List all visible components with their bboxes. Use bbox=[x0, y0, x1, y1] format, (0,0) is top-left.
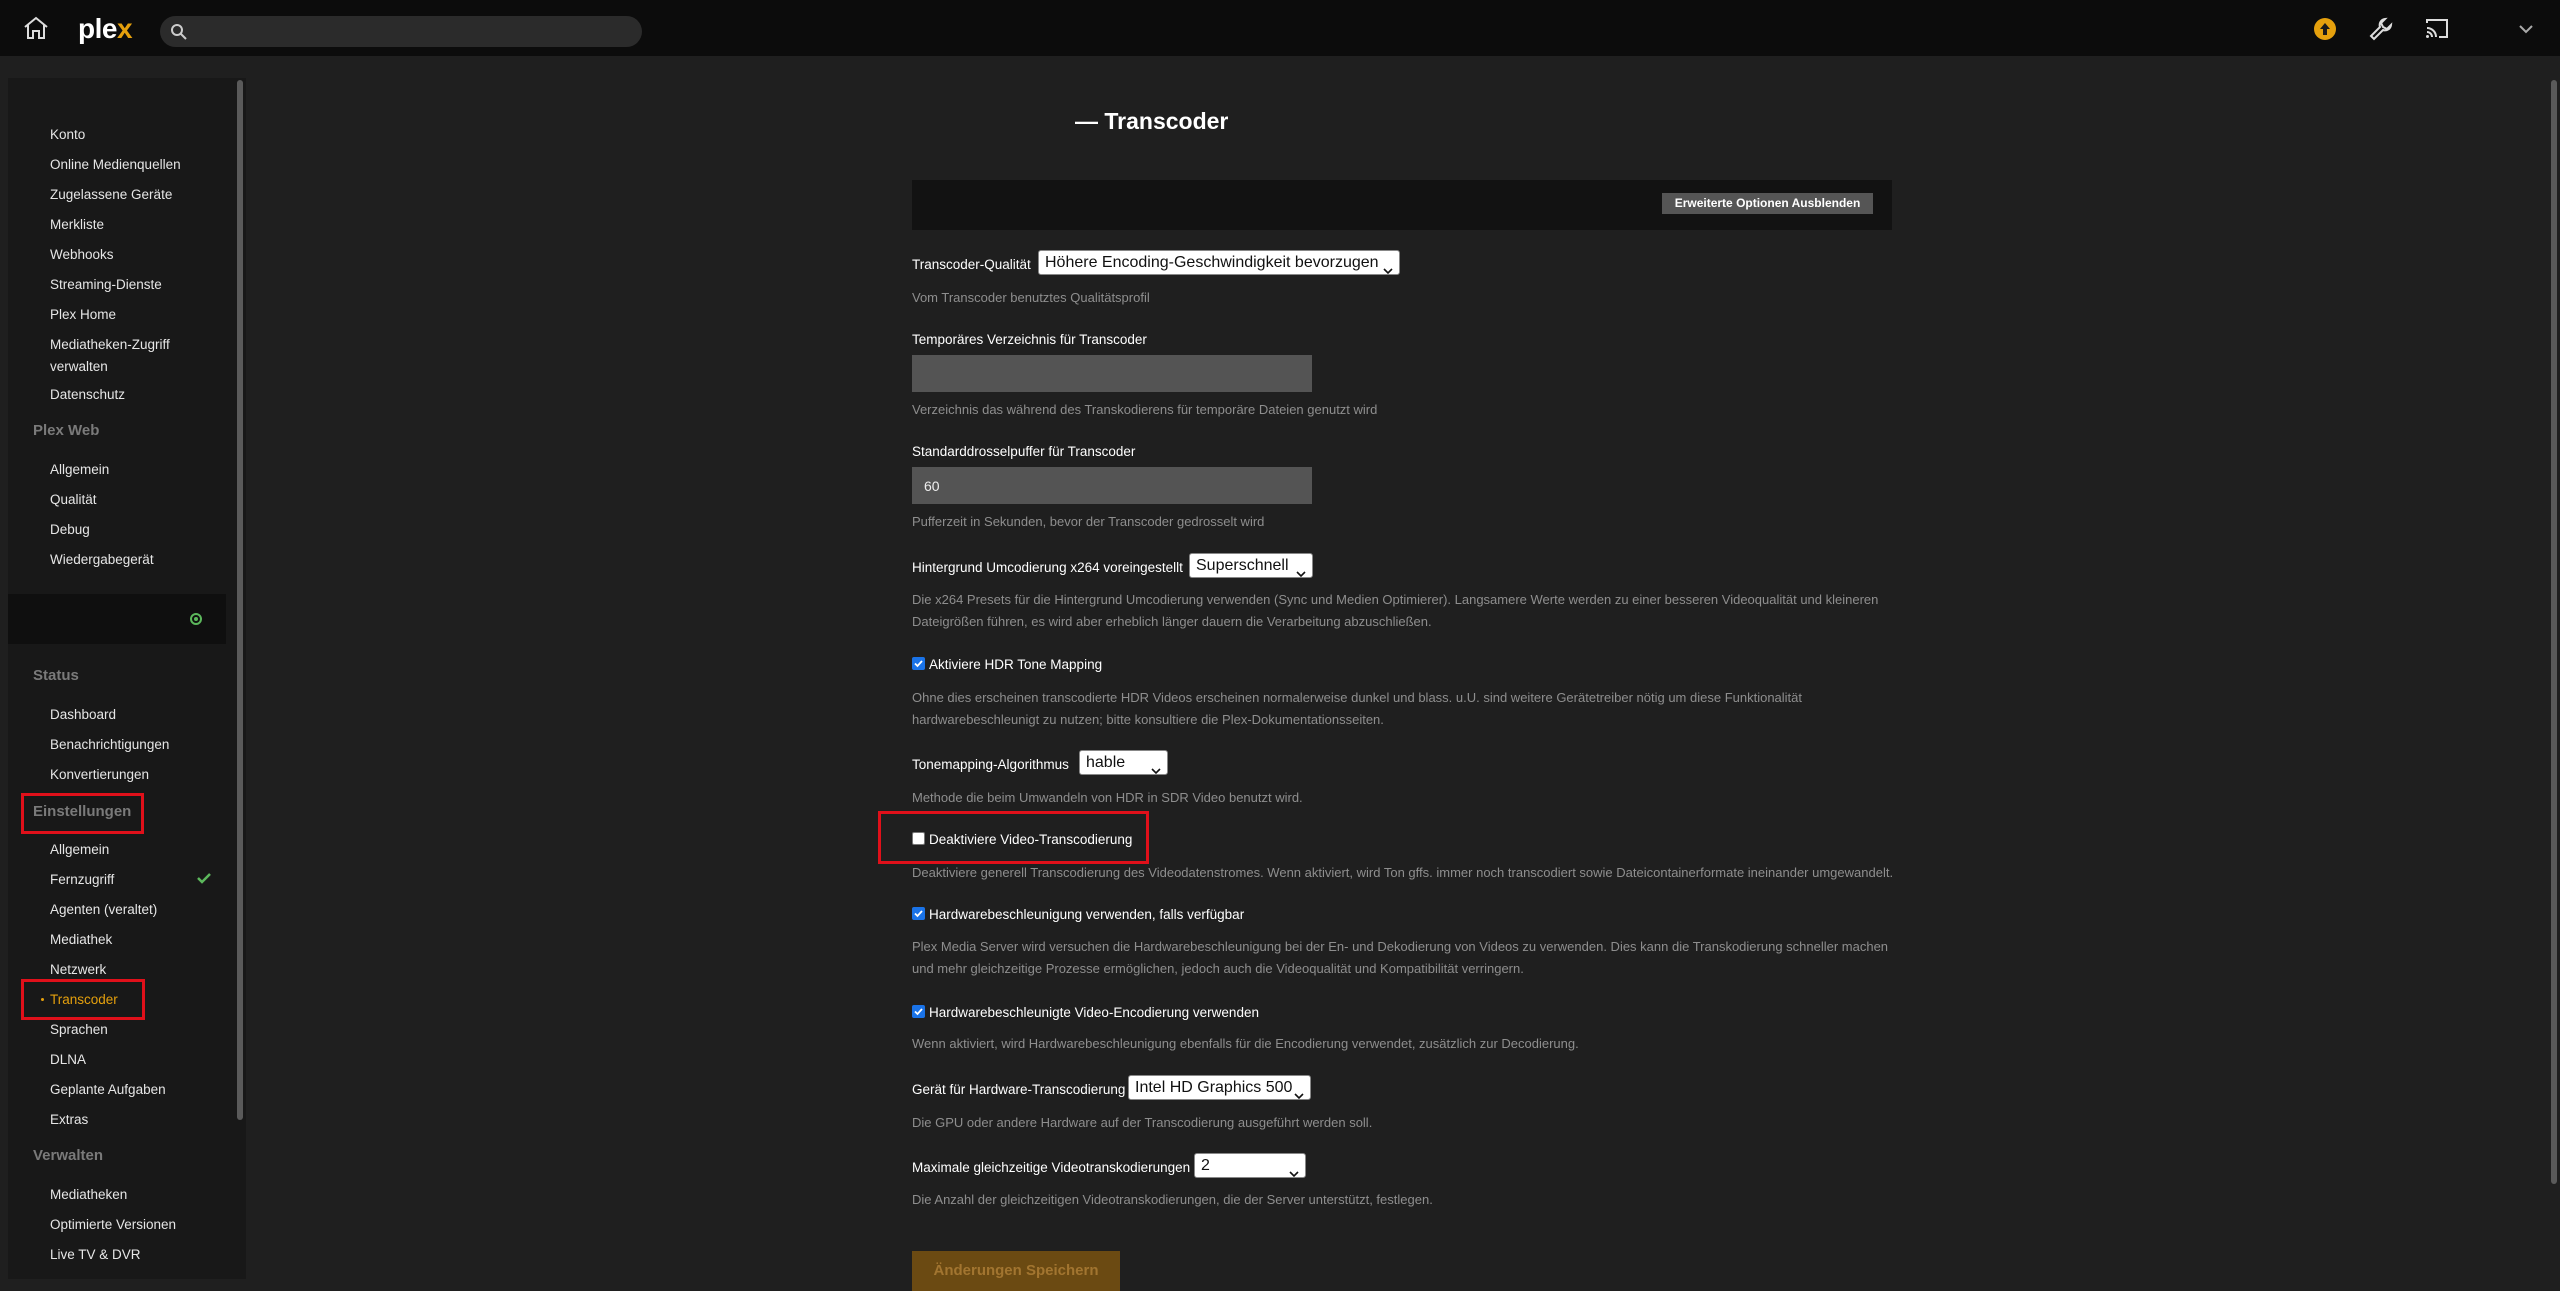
sidebar-item-online-medienquellen[interactable]: Online Medienquellen bbox=[50, 154, 181, 176]
sidebar-item-zugelassene-geraete[interactable]: Zugelassene Geräte bbox=[50, 184, 172, 206]
sidebar-item-dashboard[interactable]: Dashboard bbox=[50, 704, 116, 726]
hide-advanced-button[interactable]: Erweiterte Optionen Ausblenden bbox=[1662, 193, 1873, 214]
sidebar-item-optimierte-versionen[interactable]: Optimierte Versionen bbox=[50, 1214, 176, 1236]
highlight-box-transcoder bbox=[21, 979, 145, 1020]
sidebar-item-dlna[interactable]: DLNA bbox=[50, 1049, 86, 1071]
tempdir-help: Verzeichnis das während des Transkodiere… bbox=[912, 402, 1378, 417]
sidebar-item-web-debug[interactable]: Debug bbox=[50, 519, 90, 541]
x264-select[interactable]: Superschnell bbox=[1189, 553, 1313, 578]
disable-video-help: Deaktiviere generell Transcodierung des … bbox=[912, 865, 1894, 880]
hwenc-help: Wenn aktiviert, wird Hardwarebeschleunig… bbox=[912, 1036, 1579, 1051]
maxtrans-select[interactable]: 2 bbox=[1194, 1153, 1306, 1178]
tempdir-label: Temporäres Verzeichnis für Transcoder bbox=[912, 332, 1147, 347]
top-bar: plex bbox=[0, 0, 2560, 56]
sidebar-item-datenschutz[interactable]: Datenschutz bbox=[50, 384, 125, 406]
sidebar-item-mediatheken[interactable]: Mediatheken bbox=[50, 1184, 127, 1206]
hwenc-checkbox[interactable] bbox=[912, 1005, 925, 1018]
page-title: — Transcoder bbox=[1075, 108, 1229, 134]
sidebar-item-allgemein[interactable]: Allgemein bbox=[50, 839, 109, 861]
sidebar-item-mediatheken-zugriff[interactable]: Mediatheken-Zugriff verwalten bbox=[50, 334, 200, 378]
hdr-checkbox[interactable] bbox=[912, 657, 925, 670]
chevron-down-icon bbox=[1296, 562, 1306, 578]
device-help: Die GPU oder andere Hardware auf der Tra… bbox=[912, 1115, 1373, 1130]
wrench-icon[interactable] bbox=[2368, 16, 2394, 42]
maxtrans-label: Maximale gleichzeitige Videotranskodieru… bbox=[912, 1160, 1191, 1175]
hwaccel-help-line1: Plex Media Server wird versuchen die Har… bbox=[912, 939, 1889, 954]
search-icon bbox=[170, 23, 188, 41]
x264-help-line1: Die x264 Presets für die Hintergrund Umc… bbox=[912, 592, 1879, 607]
sidebar-item-konto[interactable]: Konto bbox=[50, 124, 85, 146]
sidebar-item-netzwerk[interactable]: Netzwerk bbox=[50, 959, 106, 981]
hwenc-label[interactable]: Hardwarebeschleunigte Video-Encodierung … bbox=[929, 1005, 1259, 1020]
section-plex-web: Plex Web bbox=[33, 422, 100, 439]
x264-label: Hintergrund Umcodierung x264 voreingeste… bbox=[912, 560, 1183, 575]
sidebar-item-benachrichtigungen[interactable]: Benachrichtigungen bbox=[50, 734, 169, 756]
throttle-help: Pufferzeit in Sekunden, bevor der Transc… bbox=[912, 514, 1265, 529]
throttle-input[interactable] bbox=[912, 467, 1312, 504]
highlight-box-einstellungen bbox=[21, 793, 144, 834]
sidebar-item-web-allgemein[interactable]: Allgemein bbox=[50, 459, 109, 481]
chevron-down-icon bbox=[1294, 1084, 1304, 1100]
remote-access-ok-icon bbox=[196, 871, 212, 885]
hdr-help-line2: hardwarebeschleunigt zu nutzen; bitte ko… bbox=[912, 712, 1384, 727]
chevron-down-icon bbox=[1151, 759, 1161, 775]
highlight-box-disable-video bbox=[878, 811, 1149, 864]
sidebar-item-web-qualitaet[interactable]: Qualität bbox=[50, 489, 97, 511]
section-verwalten: Verwalten bbox=[33, 1147, 104, 1164]
sidebar-item-konvertierungen[interactable]: Konvertierungen bbox=[50, 764, 149, 786]
x264-help-line2: Dateigrößen führen, es wird aber erhebli… bbox=[912, 614, 1432, 629]
home-icon[interactable] bbox=[22, 16, 50, 40]
tonemap-help: Methode die beim Umwandeln von HDR in SD… bbox=[912, 790, 1303, 805]
sidebar-item-live-tv-dvr[interactable]: Live TV & DVR bbox=[50, 1244, 141, 1266]
sidebar-item-extras[interactable]: Extras bbox=[50, 1109, 88, 1131]
upgrade-icon[interactable] bbox=[2312, 16, 2338, 42]
device-select[interactable]: Intel HD Graphics 500 bbox=[1128, 1075, 1311, 1100]
sidebar-item-plex-home[interactable]: Plex Home bbox=[50, 304, 116, 326]
sidebar-item-sprachen[interactable]: Sprachen bbox=[50, 1019, 108, 1041]
sidebar-item-fernzugriff[interactable]: Fernzugriff bbox=[50, 869, 114, 891]
sidebar-scrollbar[interactable] bbox=[237, 80, 243, 1120]
plex-logo[interactable]: plex bbox=[78, 13, 133, 45]
hdr-help-line1: Ohne dies erscheinen transcodierte HDR V… bbox=[912, 690, 1803, 705]
tonemap-label: Tonemapping-Algorithmus bbox=[912, 757, 1069, 772]
section-status: Status bbox=[33, 667, 79, 684]
chevron-down-icon bbox=[1383, 259, 1393, 275]
quality-select[interactable]: Höhere Encoding-Geschwindigkeit bevorzug… bbox=[1038, 250, 1400, 275]
chevron-down-icon bbox=[1289, 1162, 1299, 1178]
maxtrans-help: Die Anzahl der gleichzeitigen Videotrans… bbox=[912, 1192, 1433, 1207]
chevron-down-icon[interactable] bbox=[2518, 22, 2534, 34]
sidebar-item-webhooks[interactable]: Webhooks bbox=[50, 244, 114, 266]
sidebar-item-agenten[interactable]: Agenten (veraltet) bbox=[50, 899, 157, 921]
hwaccel-checkbox[interactable] bbox=[912, 907, 925, 920]
hdr-label[interactable]: Aktiviere HDR Tone Mapping bbox=[929, 657, 1102, 672]
sidebar-item-merkliste[interactable]: Merkliste bbox=[50, 214, 104, 236]
hwaccel-help-line2: und mehr gleichzeitige Prozesse ermöglic… bbox=[912, 961, 1524, 976]
save-changes-button[interactable]: Änderungen Speichern bbox=[912, 1251, 1120, 1291]
quality-label: Transcoder-Qualität bbox=[912, 257, 1031, 272]
sidebar-item-web-wiedergabegeraet[interactable]: Wiedergabegerät bbox=[50, 549, 154, 571]
tonemap-select[interactable]: hable bbox=[1079, 750, 1168, 775]
tempdir-input[interactable] bbox=[912, 355, 1312, 392]
main-scrollbar[interactable] bbox=[2551, 80, 2557, 1184]
sidebar-item-streaming-dienste[interactable]: Streaming-Dienste bbox=[50, 274, 162, 296]
cast-icon[interactable] bbox=[2424, 16, 2450, 42]
search-input[interactable] bbox=[196, 20, 630, 44]
hwaccel-label[interactable]: Hardwarebeschleunigung verwenden, falls … bbox=[929, 907, 1244, 922]
device-label: Gerät für Hardware-Transcodierung bbox=[912, 1082, 1126, 1097]
server-selector[interactable] bbox=[8, 594, 226, 644]
quality-help: Vom Transcoder benutztes Qualitätsprofil bbox=[912, 290, 1150, 305]
search-bar[interactable] bbox=[160, 16, 642, 47]
server-online-icon bbox=[189, 612, 203, 626]
sidebar-item-mediathek[interactable]: Mediathek bbox=[50, 929, 112, 951]
sidebar-item-geplante-aufgaben[interactable]: Geplante Aufgaben bbox=[50, 1079, 166, 1101]
throttle-label: Standarddrosselpuffer für Transcoder bbox=[912, 444, 1136, 459]
